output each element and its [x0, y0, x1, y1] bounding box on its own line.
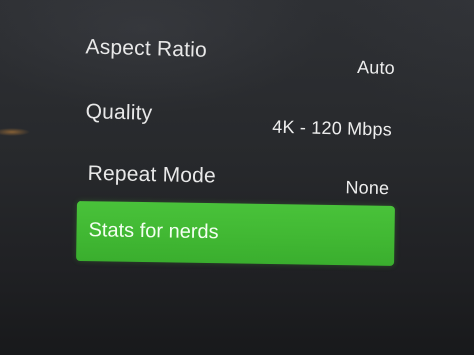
menu-item-value: Auto	[356, 56, 396, 79]
menu-item-label: Aspect Ratio	[85, 35, 208, 62]
menu-item-repeat-mode[interactable]: Repeat Mode None	[0, 157, 474, 207]
menu-item-label: Repeat Mode	[87, 161, 217, 188]
menu-item-stats-for-nerds[interactable]: Stats for nerds	[76, 201, 395, 266]
menu-item-value: None	[345, 177, 390, 199]
menu-item-aspect-ratio[interactable]: Aspect Ratio Auto	[0, 30, 474, 83]
menu-item-value: 4K - 120 Mbps	[272, 116, 393, 140]
menu-item-quality[interactable]: Quality 4K - 120 Mbps	[0, 95, 474, 147]
settings-screen: Aspect Ratio Auto Quality 4K - 120 Mbps …	[0, 0, 474, 355]
menu-item-label: Stats for nerds	[88, 219, 219, 244]
menu-item-label: Quality	[85, 100, 153, 125]
